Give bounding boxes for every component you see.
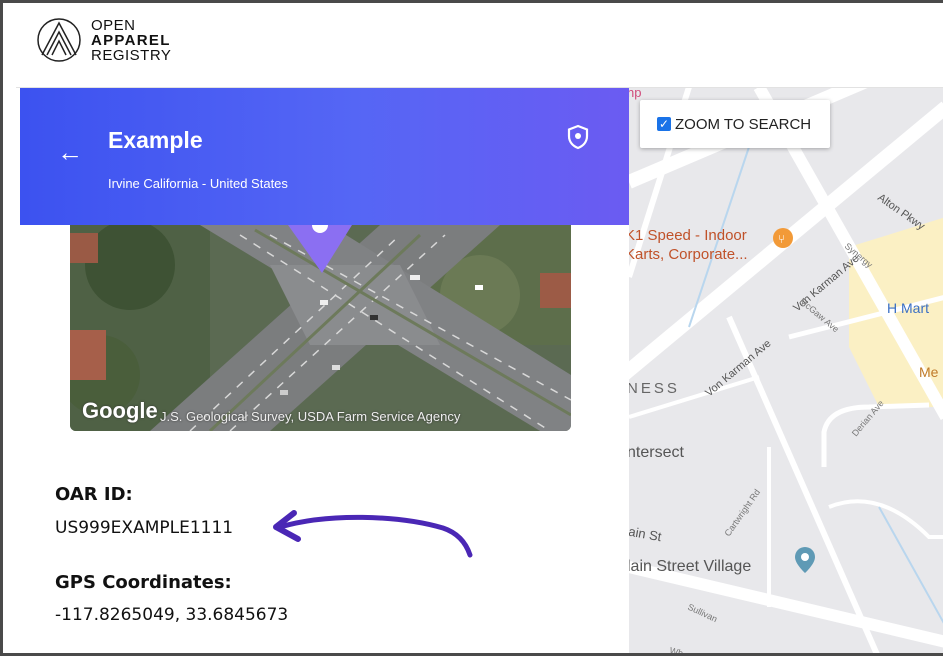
facility-location: Irvine California - United States (108, 176, 288, 191)
gps-coordinates-value: -117.8265049, 33.6845673 (55, 605, 289, 625)
annotation-arrow-icon (273, 510, 473, 558)
gps-coordinates-label: GPS Coordinates: (55, 572, 232, 593)
map-label-me: Me (919, 364, 939, 380)
facility-satellite-photo[interactable]: Google J.S. Geological Survey, USDA Farm… (70, 225, 571, 431)
logo-text: OPEN APPAREL REGISTRY (91, 18, 171, 63)
open-apparel-registry-logo[interactable]: OPEN APPAREL REGISTRY (36, 17, 171, 63)
facility-details-panel: Google J.S. Geological Survey, USDA Farm… (20, 87, 629, 653)
browser-frame: np Alton Pkwy Von Karman Ave Von Karman … (0, 0, 943, 656)
google-watermark: Google (82, 398, 158, 423)
svg-text:⑂: ⑂ (778, 232, 785, 246)
logo-icon (37, 18, 81, 62)
facility-header-banner: ← Example Irvine California - United Sta… (20, 87, 629, 225)
map-label-intersect: ntersect (629, 444, 684, 461)
zoom-to-search-label: ZOOM TO SEARCH (675, 115, 812, 133)
logo-line-1: OPEN (91, 16, 136, 34)
left-gutter (6, 6, 16, 653)
back-arrow-icon[interactable]: ← (57, 139, 83, 165)
map-label-k1-speed-1: K1 Speed - Indoor (629, 227, 747, 244)
zoom-checkbox[interactable]: ✓ (657, 117, 671, 131)
map-label-k1-speed-2: Karts, Corporate... (629, 246, 748, 263)
restaurant-pin-icon[interactable]: ⑂ (773, 228, 793, 248)
map-label-main-street-village: lain Street Village (629, 558, 751, 575)
app-header: OPEN APPAREL REGISTRY (16, 6, 943, 88)
photo-attribution: J.S. Geological Survey, USDA Farm Servic… (160, 409, 461, 424)
map-canvas[interactable]: np Alton Pkwy Von Karman Ave Von Karman … (629, 87, 943, 656)
logo-line-3: REGISTRY (91, 46, 172, 64)
map-label-h-mart: H Mart (887, 300, 929, 316)
map-label-ness: NESS (629, 380, 680, 397)
map-label-np: np (629, 87, 641, 100)
logo-line-2: APPAREL (91, 31, 171, 49)
oar-id-value: US999EXAMPLE1111 (55, 518, 234, 538)
zoom-to-search-control[interactable]: ✓ ZOOM TO SEARCH (640, 100, 830, 148)
map-view[interactable]: np Alton Pkwy Von Karman Ave Von Karman … (629, 87, 943, 656)
oar-id-label: OAR ID: (55, 484, 133, 505)
facility-name: Example (108, 127, 203, 153)
shield-icon[interactable] (566, 124, 590, 150)
